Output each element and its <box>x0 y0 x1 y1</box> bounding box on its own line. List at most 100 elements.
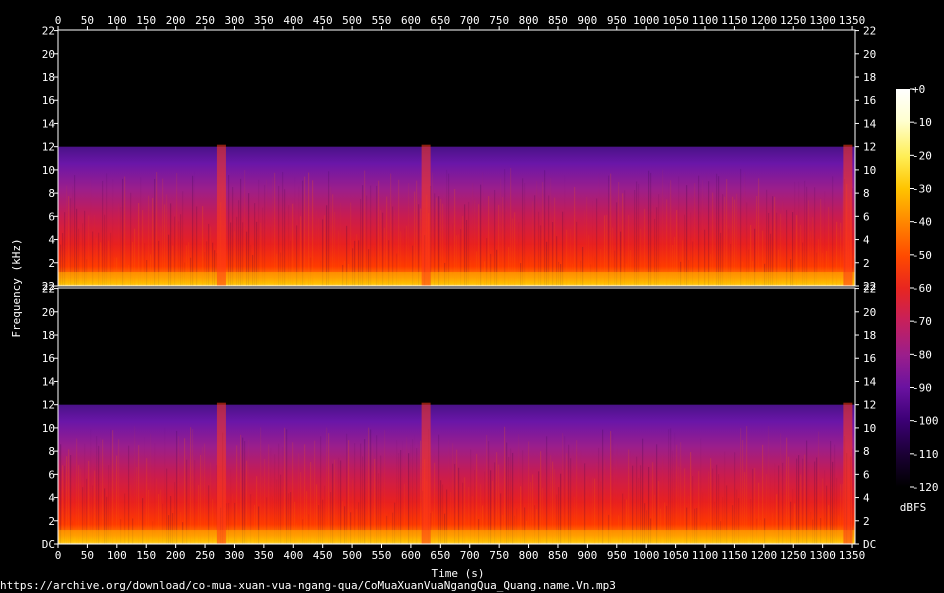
texture-stripe <box>110 429 112 544</box>
y-tick-label-left: 18 <box>42 71 55 84</box>
x-tick-label-top: 300 <box>225 14 245 27</box>
texture-stripe <box>384 429 386 544</box>
y-tick-label-left: 16 <box>42 352 55 365</box>
x-tick-label-bottom: 300 <box>225 549 245 562</box>
texture-stripe <box>662 169 664 286</box>
x-tick-label-bottom: 1300 <box>809 549 836 562</box>
texture-stripe <box>228 174 230 286</box>
texture-stripe <box>308 172 310 286</box>
texture-stripe <box>304 444 306 544</box>
texture-stripe <box>708 181 710 286</box>
texture-stripe <box>176 172 178 286</box>
texture-stripe <box>274 172 276 286</box>
y-tick-label-left: 10 <box>42 422 55 435</box>
x-tick-label-bottom: 100 <box>107 549 127 562</box>
y-tick-label-right: 20 <box>863 48 876 61</box>
texture-stripe <box>240 434 242 544</box>
texture-stripe <box>630 451 631 544</box>
y-tick-label-left: 12 <box>42 399 55 412</box>
y-tick-label-right: 16 <box>863 94 876 107</box>
x-tick-label-top: 600 <box>401 14 421 27</box>
colorbar-tick-label: -60 <box>912 282 932 295</box>
texture-stripe <box>506 442 508 544</box>
x-tick-label-top: 700 <box>460 14 480 27</box>
y-tick-label-right: 2 <box>863 257 870 270</box>
texture-stripe <box>536 180 538 286</box>
spectrogram-figure: 22 222 24 46 68 810 1012 1214 1416 1618 1820 2022 22… <box>10 14 939 580</box>
colorbar-tick-label: -50 <box>912 249 932 262</box>
x-tick-label-bottom: 0 <box>55 549 62 562</box>
transient-column <box>216 402 226 544</box>
y-tick-label-left: 14 <box>42 117 56 130</box>
texture-stripe <box>454 188 456 286</box>
texture-stripe <box>680 442 682 544</box>
texture-stripe <box>486 434 488 544</box>
texture-stripe <box>304 176 306 286</box>
texture-stripe <box>192 428 194 544</box>
y-tick-label-left: 22 <box>42 283 55 296</box>
x-tick-label-top: 350 <box>254 14 274 27</box>
texture-stripe <box>232 186 234 286</box>
y-tick-label-right: 4 <box>863 234 870 247</box>
texture-stripe <box>162 178 164 286</box>
y-tick-label-left: 16 <box>42 94 55 107</box>
y-tick-label-left: 4 <box>48 234 55 247</box>
colorbar-unit-label: dBFS <box>900 501 927 514</box>
texture-stripe <box>106 173 108 286</box>
texture-stripe <box>284 427 286 544</box>
x-tick-label-bottom: 150 <box>136 549 156 562</box>
texture-stripe <box>480 184 482 286</box>
texture-stripe <box>112 180 113 286</box>
spectrogram-panels: 22 222 24 46 68 810 1012 1214 1416 1618 1820 2022 22… <box>42 25 877 551</box>
colorbar-tick-label: -10 <box>912 116 932 129</box>
texture-stripe <box>518 434 519 544</box>
y-tick-label-right: 6 <box>863 468 870 481</box>
texture-stripe <box>818 431 820 544</box>
texture-stripe <box>154 178 156 286</box>
texture-stripe <box>674 432 675 544</box>
texture-stripe <box>414 434 415 544</box>
x-tick-label-bottom: 500 <box>342 549 362 562</box>
texture-stripe <box>294 177 295 286</box>
texture-stripe <box>678 176 680 286</box>
texture-stripe <box>96 436 98 544</box>
texture-stripe <box>814 187 816 286</box>
texture-stripe <box>448 173 450 286</box>
texture-stripe <box>314 440 316 544</box>
x-tick-label-top: 450 <box>313 14 333 27</box>
colorbar-tick-label: -30 <box>912 183 932 196</box>
x-tick-label-bottom: 350 <box>254 549 274 562</box>
texture-stripe <box>102 180 104 286</box>
texture-stripe <box>184 438 186 544</box>
texture-stripe <box>194 172 195 286</box>
y-tick-label-right: 12 <box>863 141 876 154</box>
x-tick-label-bottom: 1050 <box>662 549 689 562</box>
x-tick-label-bottom: 550 <box>372 549 392 562</box>
texture-stripe <box>472 183 473 286</box>
x-tick-label-top: 0 <box>55 14 62 27</box>
transient-column <box>843 144 853 286</box>
texture-stripe <box>668 182 669 286</box>
texture-stripe <box>676 444 678 544</box>
texture-stripe <box>598 447 600 544</box>
x-tick-label-bottom: 450 <box>313 549 333 562</box>
texture-stripe <box>420 440 422 544</box>
texture-stripe <box>378 180 380 286</box>
x-tick-label-bottom: 1100 <box>692 549 719 562</box>
texture-stripe <box>612 434 613 544</box>
y-tick-label-left: 12 <box>42 141 55 154</box>
texture-stripe <box>528 441 530 544</box>
texture-stripe <box>438 434 440 544</box>
texture-stripe <box>182 191 184 286</box>
texture-stripe <box>416 448 418 544</box>
texture-stripe <box>656 444 658 544</box>
y-tick-label-right: 12 <box>863 399 876 412</box>
texture-stripe <box>648 170 650 286</box>
x-tick-label-bottom: 650 <box>430 549 450 562</box>
texture-stripe <box>348 440 350 544</box>
texture-stripe <box>284 189 286 286</box>
y-tick-label-right: 8 <box>863 445 870 458</box>
texture-stripe <box>204 443 206 544</box>
texture-stripe <box>270 448 271 544</box>
texture-stripe <box>494 189 496 286</box>
